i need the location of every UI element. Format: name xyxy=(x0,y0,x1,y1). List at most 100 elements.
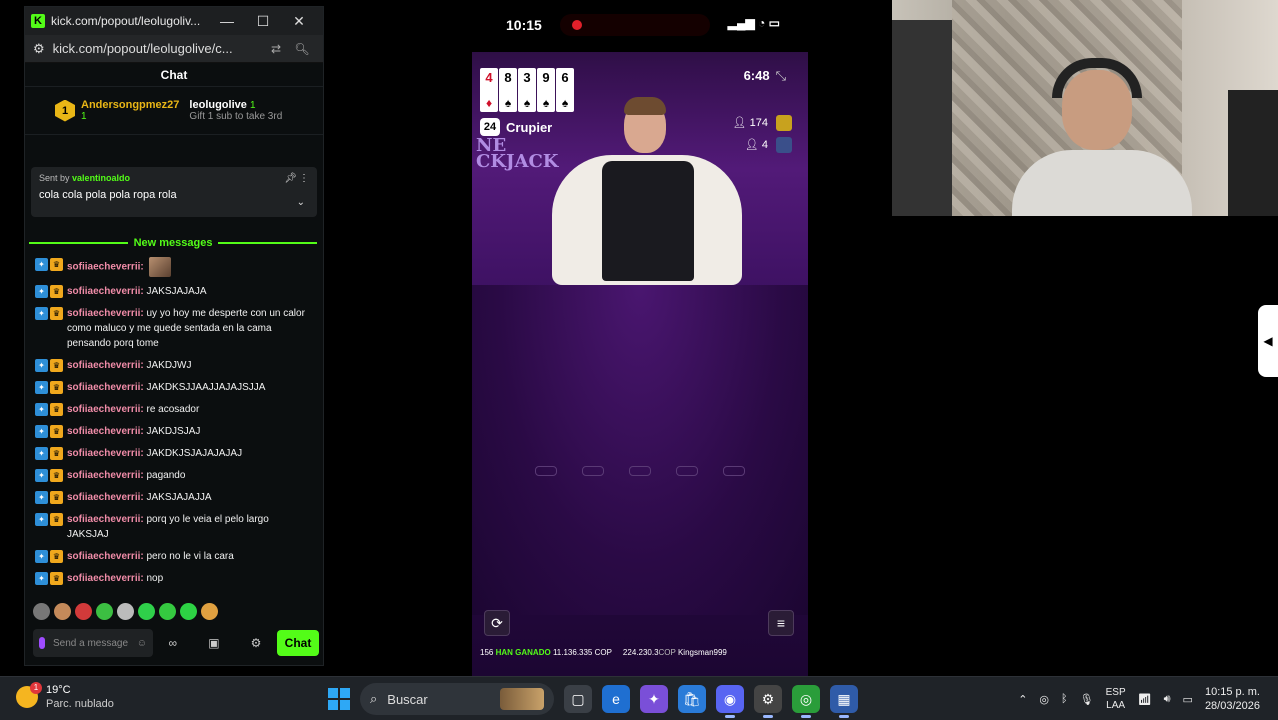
pinned-message[interactable]: Sent by valentinoaldo cola cola pola pol… xyxy=(31,167,317,217)
chevron-down-icon[interactable]: ⌄ xyxy=(297,197,305,208)
mic-icon[interactable] xyxy=(39,637,45,649)
store-icon[interactable]: ▣ xyxy=(208,636,219,650)
volume-icon[interactable]: 🔊︎ xyxy=(1164,693,1171,706)
emote-icon[interactable] xyxy=(33,603,50,620)
close-icon[interactable]: ✕ xyxy=(281,13,317,30)
security-icon[interactable]: ◎ xyxy=(1039,693,1049,706)
chat-message[interactable]: ✦ ♛ sofiiaecheverrii: pero no le vi la car… xyxy=(35,549,305,564)
refresh-icon[interactable]: ⟳ xyxy=(484,610,510,636)
send-chat-button[interactable]: Chat xyxy=(277,630,319,656)
chat-message[interactable]: ✦ ♛ sofiiaecheverrii: JAKDKSJJAAJJAJAJSJJA xyxy=(35,380,305,395)
emote-icon[interactable] xyxy=(96,603,113,620)
emote-icon[interactable] xyxy=(75,603,92,620)
chat-username[interactable]: sofiiaecheverrii: xyxy=(67,551,144,562)
emote-icon[interactable] xyxy=(117,603,134,620)
coin-icon[interactable] xyxy=(776,115,792,132)
chat-username[interactable]: sofiiaecheverrii: xyxy=(67,360,144,371)
chat-username[interactable]: sofiiaecheverrii: xyxy=(67,308,144,319)
chat-username[interactable]: sofiiaecheverrii: xyxy=(67,573,144,584)
task-view-icon[interactable]: ▢ xyxy=(564,685,592,713)
top-gifter-name[interactable]: Andersongpmez27 xyxy=(81,99,179,111)
playing-card: 9 ♠ xyxy=(537,68,555,112)
chat-message[interactable]: ✦ ♛ sofiiaecheverrii: JAKSJAJAJJA xyxy=(35,490,305,505)
chat-message[interactable]: ✦ ♛ sofiiaecheverrii: JAKDKJSJAJAJAJAJ xyxy=(35,446,305,461)
chat-message[interactable]: ✦ ♛ sofiiaecheverrii: re acosador xyxy=(35,402,305,417)
app-window-icon[interactable]: ▦ xyxy=(830,685,858,718)
person-icon: 👤︎ xyxy=(744,139,759,151)
message-input[interactable]: Send a message ☺ xyxy=(33,629,153,657)
language-indicator[interactable]: ESP LAA xyxy=(1106,686,1126,712)
expand-icon[interactable]: ⤡ xyxy=(776,68,786,83)
chat-message[interactable]: ✦ ♛ sofiiaecheverrii: uy yo hoy me despert… xyxy=(35,306,305,351)
gift-subtitle: Gift 1 sub to take 3rd xyxy=(189,111,283,122)
chat-username[interactable]: sofiiaecheverrii: xyxy=(67,470,144,481)
emote-icon[interactable] xyxy=(138,603,155,620)
chrome-icon[interactable]: ◎ xyxy=(792,685,820,718)
maximize-icon[interactable]: ☐ xyxy=(245,13,281,30)
dealer-cards: 4 ♦ 8 ♠ 3 ♠ 9 ♠ 6 ♠ xyxy=(480,68,574,112)
emote-bar[interactable] xyxy=(33,603,218,620)
chat-message[interactable]: ✦ ♛ sofiiaecheverrii: nop xyxy=(35,571,305,586)
store-icon[interactable]: 🛍︎ xyxy=(678,685,706,713)
chat-message[interactable]: ✦ ♛ sofiiaecheverrii: JAKDJWJ xyxy=(35,358,305,373)
search-box[interactable]: ⌕ Buscar xyxy=(360,683,554,715)
url-text[interactable]: kick.com/popout/leolugolive/c... xyxy=(53,41,263,56)
taskbar-clock[interactable]: 10:15 p. m. 28/03/2026 xyxy=(1205,685,1260,713)
edge-icon[interactable]: e xyxy=(602,685,630,713)
chat-message-list[interactable]: ✦ ♛ sofiiaecheverrii: ✦ ♛ sofiiaecheverrii: … xyxy=(35,257,305,593)
chat-username[interactable]: sofiiaecheverrii: xyxy=(67,492,144,503)
search-highlight-image xyxy=(500,688,544,710)
chat-message[interactable]: ✦ ♛ sofiiaecheverrii: JAKDJSJAJ xyxy=(35,424,305,439)
person-icon: 👤︎ xyxy=(732,117,747,129)
chat-username[interactable]: sofiiaecheverrii: xyxy=(67,262,144,273)
more-options-icon[interactable]: ⋮ xyxy=(299,173,309,184)
chat-username[interactable]: sofiiaecheverrii: xyxy=(67,448,144,459)
start-icon[interactable] xyxy=(328,688,350,710)
taskbar-apps: ⌕ Buscar ▢ e ✦ 🛍︎ ◉ ⚙ ◎ ▦ xyxy=(328,683,858,718)
gift-leaderboard[interactable]: 1 Andersongpmez27 1 leolugolive 1 Gift 1… xyxy=(25,87,323,135)
battery-icon[interactable]: ▭ xyxy=(1183,693,1193,706)
site-settings-icon[interactable]: ⚙ xyxy=(33,41,45,57)
bluetooth-icon[interactable]: ᛒ xyxy=(1061,693,1068,705)
chevron-up-icon[interactable]: ⌃ xyxy=(1018,693,1027,706)
side-panel-handle[interactable]: ◀ xyxy=(1258,305,1278,377)
chat-message[interactable]: ✦ ♛ sofiiaecheverrii: pagando xyxy=(35,468,305,483)
chat-username[interactable]: sofiiaecheverrii: xyxy=(67,382,144,393)
pinned-sender[interactable]: valentinoaldo xyxy=(72,173,130,183)
translate-icon[interactable]: ⇄ xyxy=(263,42,289,56)
discord-icon[interactable]: ◉ xyxy=(716,685,744,718)
pinned-text: cola cola pola pola ropa rola xyxy=(39,189,177,201)
emoji-icon[interactable]: ☺ xyxy=(137,638,147,649)
chat-username[interactable]: sofiiaecheverrii: xyxy=(67,286,144,297)
copilot-icon[interactable]: ✦ xyxy=(640,685,668,713)
search-icon: ⌕ xyxy=(370,691,378,706)
winners-ticker: 156 HAN GANADO 11.136.335 COP 224.230.3C… xyxy=(480,648,727,657)
address-bar[interactable]: ⚙ kick.com/popout/leolugolive/c... ⇄ 🔍︎ xyxy=(25,35,323,63)
chat-input-row: Send a message ☺ ∞ ▣ ⚙ Chat xyxy=(33,627,319,659)
crown-badge-icon: ♛ xyxy=(50,550,63,563)
settings-icon[interactable] xyxy=(776,137,792,154)
weather-widget[interactable]: 1 19°C Parc. nublado xyxy=(16,682,114,711)
chat-username[interactable]: sofiiaecheverrii: xyxy=(67,514,144,525)
chat-username[interactable]: sofiiaecheverrii: xyxy=(67,404,144,415)
chat-username[interactable]: sofiiaecheverrii: xyxy=(67,426,144,437)
settings-app-icon[interactable]: ⚙ xyxy=(754,685,782,718)
microphone-icon[interactable]: 🎙︎ xyxy=(1080,693,1094,706)
crown-badge-icon: ♛ xyxy=(50,403,63,416)
chat-message[interactable]: ✦ ♛ sofiiaecheverrii: JAKSJAJAJA xyxy=(35,284,305,299)
wifi-icon[interactable]: 📶︎ xyxy=(1138,693,1152,706)
menu-icon[interactable]: ≡ xyxy=(768,610,794,636)
chat-message[interactable]: ✦ ♛ sofiiaecheverrii: xyxy=(35,257,305,277)
emote-icon[interactable] xyxy=(54,603,71,620)
minimize-icon[interactable]: — xyxy=(209,13,245,29)
gear-icon[interactable]: ⚙ xyxy=(251,636,262,650)
emote-icon[interactable] xyxy=(201,603,218,620)
infinity-icon[interactable]: ∞ xyxy=(169,636,178,650)
chip-slots[interactable] xyxy=(522,461,758,481)
emote-icon[interactable] xyxy=(159,603,176,620)
pin-icon[interactable]: 📌︎ xyxy=(284,173,297,184)
emote-icon[interactable] xyxy=(180,603,197,620)
second-gifter-name[interactable]: leolugolive xyxy=(189,99,246,111)
zoom-icon[interactable]: 🔍︎ xyxy=(289,42,315,56)
chat-message[interactable]: ✦ ♛ sofiiaecheverrii: porq yo le veia el p… xyxy=(35,512,305,542)
